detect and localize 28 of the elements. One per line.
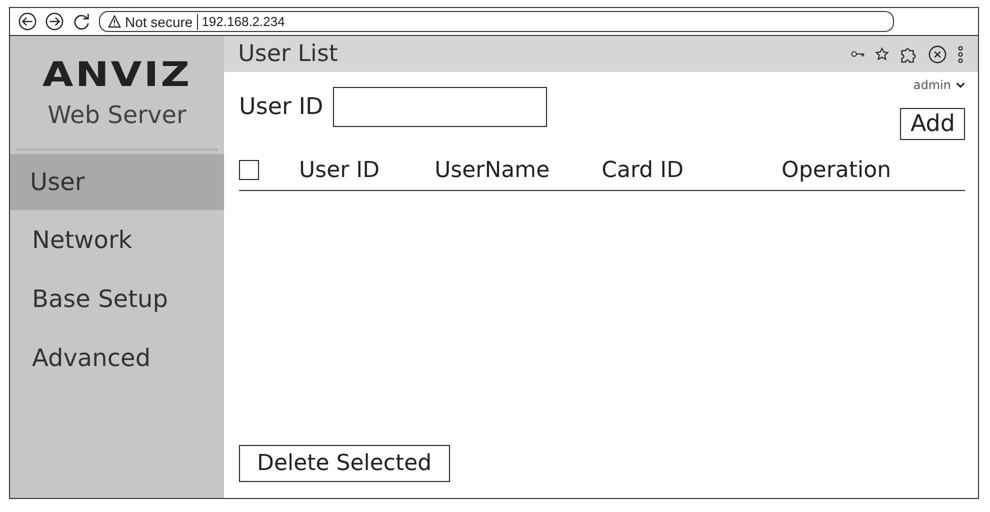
add-button[interactable]: Add	[900, 108, 965, 140]
star-icon[interactable]	[875, 47, 889, 61]
logo-subtitle: Web Server	[48, 101, 186, 129]
security-label: Not secure	[125, 14, 198, 30]
menu-icon[interactable]	[957, 44, 964, 64]
user-id-field[interactable]	[333, 87, 548, 127]
column-header: Operation	[782, 158, 892, 182]
delete-selected-button[interactable]: Delete Selected	[239, 445, 450, 482]
address-bar[interactable]: Not secure 192.168.2.234	[99, 11, 894, 32]
column-header: Card ID	[602, 158, 684, 182]
sidebar-item[interactable]: Advanced	[10, 328, 224, 387]
user-id-label: User ID	[239, 94, 324, 120]
back-icon[interactable]	[18, 12, 37, 31]
reload-icon[interactable]	[72, 12, 91, 31]
sidebar-item[interactable]: Base Setup	[10, 269, 224, 328]
close-icon[interactable]	[928, 44, 947, 64]
sidebar-item[interactable]: User	[10, 154, 224, 210]
logo-text: ANVIZ	[42, 58, 192, 92]
page-title: User List	[238, 41, 338, 67]
url-text: 192.168.2.234	[202, 14, 285, 29]
admin-menu[interactable]: admin	[913, 78, 965, 92]
sidebar-item[interactable]: Network	[10, 210, 224, 269]
caret-icon	[956, 82, 965, 88]
warning-icon	[108, 15, 121, 28]
column-header: User ID	[299, 158, 380, 182]
column-header: UserName	[434, 158, 550, 182]
forward-icon[interactable]	[45, 12, 64, 31]
select-all-checkbox[interactable]	[239, 160, 259, 180]
